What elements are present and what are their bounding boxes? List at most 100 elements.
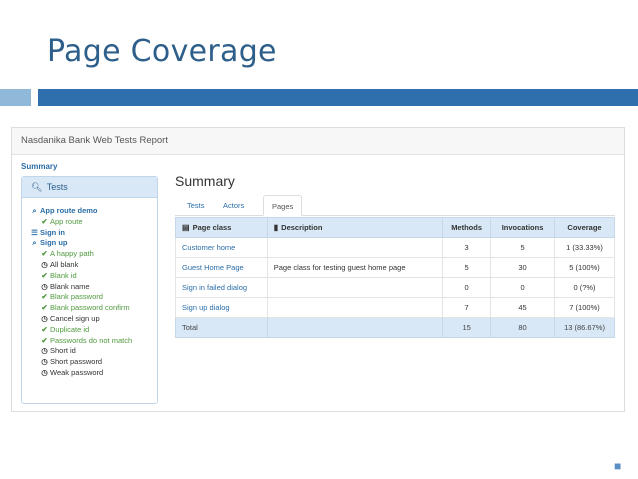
col-coverage[interactable]: Coverage	[554, 217, 615, 238]
table-total-row: Total 15 80 13 (86.67%)	[175, 317, 615, 338]
tree-item[interactable]: ✔ Duplicate id	[22, 325, 157, 336]
page-class-link[interactable]: Guest Home Page	[182, 263, 244, 272]
tree-item[interactable]: ✔ Blank id	[22, 271, 157, 282]
tree-item-label: Blank password	[50, 292, 103, 302]
tree-item[interactable]: ◷ Cancel sign up	[22, 314, 157, 325]
table-header-row: ▤ Page class ▮ Description Methods Invocat…	[175, 217, 615, 238]
slide-corner-marker: ■	[614, 459, 622, 473]
cell-coverage: 5 (100%)	[554, 257, 615, 278]
tree-item-label: Short password	[50, 357, 103, 367]
cell-methods: 5	[442, 257, 492, 278]
tests-panel: 🔍︎ Tests ⌕ App route demo ✔ App route ☰ Sign …	[21, 176, 158, 404]
total-coverage: 13 (86.67%)	[554, 317, 615, 338]
col-page-class-label: Page class	[192, 223, 232, 232]
col-invocations[interactable]: Invocations	[490, 217, 556, 238]
cell-invocations: 0	[490, 277, 556, 298]
check-icon: ✔	[41, 292, 48, 302]
cell-page-class: Sign in failed dialog	[175, 277, 268, 298]
search-icon: ⌕	[32, 238, 37, 248]
clock-icon: ◷	[41, 346, 48, 356]
tree-item-label: Short id	[50, 346, 76, 356]
cell-methods: 0	[442, 277, 492, 298]
tree-item[interactable]: ✔ A happy path	[22, 249, 157, 260]
page-class-link[interactable]: Sign in failed dialog	[182, 283, 247, 292]
tree-item-label: Weak password	[50, 367, 104, 377]
check-icon: ✔	[41, 324, 48, 334]
cell-coverage: 1 (33.33%)	[554, 237, 615, 258]
tree-item[interactable]: ✔ Blank password confirm	[22, 303, 157, 314]
tree-item[interactable]: ◷ All blank	[22, 260, 157, 271]
tests-panel-heading[interactable]: 🔍︎ Tests	[22, 177, 157, 198]
tree-item[interactable]: ☰ Sign in	[22, 228, 157, 239]
tree-item-label: Sign up	[40, 238, 68, 248]
tree-item-label: App route	[50, 216, 83, 226]
cell-methods: 3	[442, 237, 492, 258]
clock-icon: ◷	[41, 313, 48, 323]
clock-icon: ◷	[41, 259, 48, 269]
check-icon: ✔	[41, 270, 48, 280]
cell-invocations: 45	[490, 297, 556, 318]
list-icon: ▤	[182, 223, 190, 232]
tests-panel-title: Tests	[46, 182, 68, 192]
check-icon: ✔	[41, 303, 48, 313]
cell-invocations: 5	[490, 237, 556, 258]
col-methods[interactable]: Methods	[442, 217, 492, 238]
title-accent-bar-dark	[38, 89, 638, 106]
check-icon: ✔	[41, 335, 48, 345]
tree-item[interactable]: ◷ Short password	[22, 357, 157, 368]
cell-page-class: Customer home	[175, 237, 268, 258]
sidebar-summary-link[interactable]: Summary	[21, 162, 57, 171]
clock-icon: ◷	[41, 367, 48, 377]
tab-actors[interactable]: Actors	[215, 195, 252, 216]
tree-item-label: App route demo	[40, 206, 98, 215]
list-icon: ☰	[31, 227, 38, 237]
check-icon: ✔	[41, 216, 48, 226]
tree-item[interactable]: ⌕ Sign up	[22, 238, 157, 249]
tree-item-label: Blank id	[50, 270, 77, 280]
tree-item-label: Passwords do not match	[50, 335, 133, 345]
tree-item-label: Sign in	[40, 227, 65, 237]
main-title: Summary	[175, 173, 235, 189]
total-description	[266, 317, 444, 338]
tree-item-label: Blank password confirm	[50, 303, 130, 313]
cell-description	[266, 297, 444, 318]
tab-bar: Tests Actors Pages	[175, 195, 615, 216]
tree-item-label: Duplicate id	[50, 324, 90, 334]
test-tree: ⌕ App route demo ✔ App route ☰ Sign in ⌕ Sign u…	[22, 206, 157, 379]
tree-item-label: All blank	[50, 259, 79, 269]
slide-title: Page Coverage	[47, 34, 277, 69]
total-invocations: 80	[490, 317, 556, 338]
tree-item[interactable]: ✔ Blank password	[22, 292, 157, 303]
table-row: Guest Home Page Page class for testing g…	[175, 257, 615, 278]
tree-item[interactable]: ◷ Short id	[22, 346, 157, 357]
page-class-link[interactable]: Customer home	[182, 243, 235, 252]
cell-methods: 7	[442, 297, 492, 318]
file-icon: ▮	[273, 223, 279, 232]
cell-coverage: 7 (100%)	[554, 297, 615, 318]
search-icon: ⌕	[32, 206, 37, 215]
tree-item-label: Cancel sign up	[50, 313, 100, 323]
tab-pages[interactable]: Pages	[263, 195, 303, 216]
col-description-label: Description	[281, 223, 323, 232]
tree-item[interactable]: ◷ Weak password	[22, 368, 157, 379]
tree-item[interactable]: ⌕ App route demo	[22, 206, 157, 217]
pages-table: ▤ Page class ▮ Description Methods Invocat…	[175, 217, 615, 338]
tree-item[interactable]: ✔ App route	[22, 217, 157, 228]
cell-description: Page class for testing guest home page	[266, 257, 444, 278]
col-description[interactable]: ▮ Description	[266, 217, 444, 238]
clock-icon: ◷	[41, 281, 48, 291]
tree-item[interactable]: ✔ Passwords do not match	[22, 336, 157, 347]
search-icon: 🔍︎	[31, 182, 43, 192]
cell-page-class: Sign up dialog	[175, 297, 268, 318]
navbar-brand[interactable]: Nasdanika Bank Web Tests Report	[21, 135, 168, 146]
tree-item-label: Blank name	[50, 281, 90, 291]
tree-item-label: A happy path	[50, 249, 94, 259]
page-class-link[interactable]: Sign up dialog	[182, 303, 230, 312]
tab-tests[interactable]: Tests	[179, 195, 213, 216]
cell-description	[266, 277, 444, 298]
cell-description	[266, 237, 444, 258]
title-accent-bar-light	[0, 89, 31, 106]
tree-item[interactable]: ◷ Blank name	[22, 282, 157, 293]
check-icon: ✔	[41, 249, 48, 259]
col-page-class[interactable]: ▤ Page class	[175, 217, 268, 238]
